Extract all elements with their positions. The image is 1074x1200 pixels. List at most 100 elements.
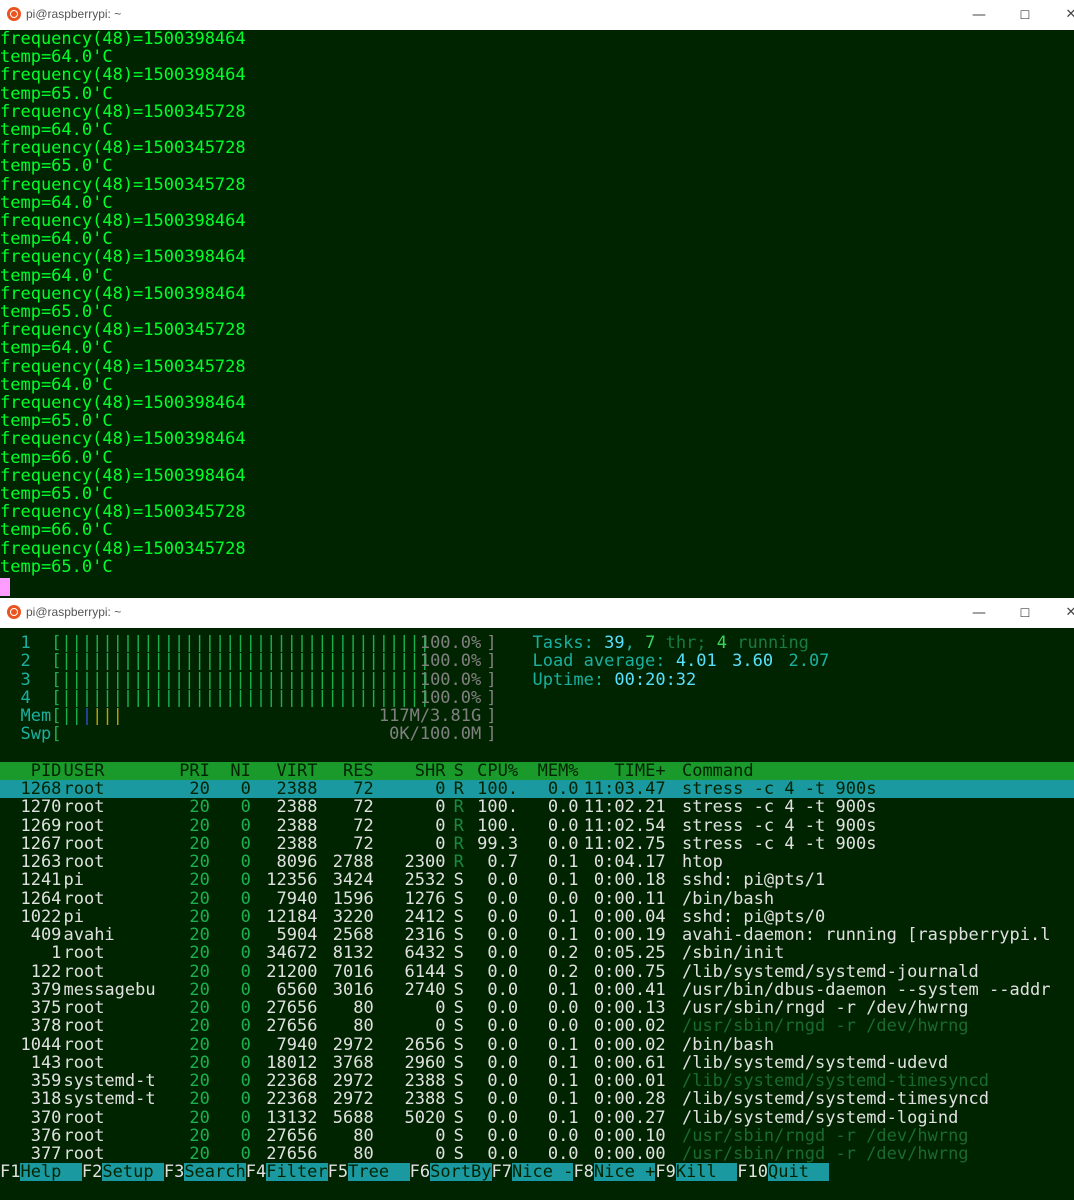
process-cpu[interactable]: 0.0 [467, 1017, 518, 1035]
fkey-f1[interactable]: F1 [0, 1163, 20, 1181]
process-ni[interactable]: 0 [220, 926, 251, 944]
title-bar[interactable]: pi@raspberrypi: ~ — ☐ ✕ [0, 598, 1074, 628]
fkey-label-f1[interactable]: Help [20, 1163, 82, 1182]
process-ni[interactable]: 0 [220, 1145, 251, 1163]
process-s[interactable]: S [454, 890, 464, 908]
process-res[interactable]: 72 [323, 780, 373, 798]
process-s[interactable]: S [454, 1054, 464, 1072]
fkey-f9[interactable]: F9 [655, 1163, 675, 1181]
process-cpu[interactable]: 0.0 [467, 963, 518, 981]
process-pid[interactable]: 1044 [20, 1036, 61, 1054]
process-res[interactable]: 1596 [323, 890, 374, 908]
process-ni[interactable]: 0 [220, 1090, 251, 1108]
process-user[interactable]: root [63, 1145, 155, 1163]
fkey-label-f6[interactable]: SortBy [430, 1163, 492, 1182]
process-pid[interactable]: 379 [20, 981, 62, 999]
process-virt[interactable]: 34672 [256, 944, 317, 962]
process-s[interactable]: S [454, 871, 464, 889]
process-pid[interactable]: 376 [20, 1127, 62, 1145]
process-pid[interactable]: 1241 [20, 871, 61, 889]
process-mem[interactable]: 0.1 [527, 981, 579, 999]
process-time[interactable]: 0:00.11 [584, 890, 666, 908]
close-icon[interactable]: ✕ [1048, 0, 1074, 30]
process-virt[interactable]: 22368 [256, 1090, 317, 1108]
process-user[interactable]: messagebu [63, 981, 155, 999]
process-time[interactable]: 0:00.61 [584, 1054, 666, 1072]
process-pid[interactable]: 1 [20, 944, 61, 962]
process-user[interactable]: systemd-t [63, 1072, 155, 1090]
process-s[interactable]: S [454, 1127, 464, 1145]
process-time[interactable]: 0:00.04 [584, 908, 666, 926]
process-mem[interactable]: 0.0 [527, 780, 579, 798]
process-mem[interactable]: 0.1 [527, 926, 579, 944]
process-ni[interactable]: 0 [220, 944, 251, 962]
process-virt[interactable]: 18012 [256, 1054, 317, 1072]
process-res[interactable]: 2972 [323, 1090, 374, 1108]
process-virt[interactable]: 2388 [256, 798, 317, 816]
process-ni[interactable]: 0 [220, 999, 251, 1017]
process-ni[interactable]: 0 [220, 1036, 251, 1054]
process-user[interactable]: systemd-t [63, 1090, 155, 1108]
process-s[interactable]: S [454, 926, 464, 944]
process-ni[interactable]: 0 [220, 817, 251, 835]
process-shr[interactable]: 0 [384, 798, 445, 816]
process-user[interactable]: root [63, 999, 155, 1017]
process-user[interactable]: root [63, 944, 155, 962]
process-pid[interactable]: 122 [20, 963, 62, 981]
process-s[interactable]: S [454, 908, 464, 926]
process-time[interactable]: 0:00.19 [584, 926, 666, 944]
process-time[interactable]: 0:00.13 [584, 999, 666, 1017]
process-command[interactable]: /usr/sbin/rngd -r /dev/hwrng [682, 1127, 1071, 1145]
process-ni[interactable]: 0 [220, 798, 251, 816]
process-user[interactable]: root [63, 963, 155, 981]
process-s[interactable]: R [454, 853, 464, 871]
process-virt[interactable]: 22368 [256, 1072, 317, 1090]
process-mem[interactable]: 0.1 [527, 1036, 579, 1054]
process-virt[interactable]: 7940 [256, 890, 317, 908]
process-mem[interactable]: 0.0 [527, 1145, 579, 1163]
process-command[interactable]: /sbin/init [682, 944, 1071, 962]
process-ni[interactable]: 0 [220, 890, 251, 908]
process-shr[interactable]: 0 [384, 835, 445, 853]
process-shr[interactable]: 2388 [384, 1090, 445, 1108]
process-cpu[interactable]: 0.0 [467, 1036, 518, 1054]
process-ni[interactable]: 0 [220, 1017, 251, 1035]
process-ni[interactable]: 0 [220, 835, 251, 853]
process-cpu[interactable]: 0.0 [467, 1090, 518, 1108]
process-user[interactable]: root [63, 817, 155, 835]
process-s[interactable]: S [454, 999, 464, 1017]
process-command[interactable]: /lib/systemd/systemd-timesyncd [682, 1072, 1071, 1090]
process-pri[interactable]: 20 [169, 908, 209, 926]
process-user[interactable]: root [63, 853, 155, 871]
process-s[interactable]: R [454, 798, 464, 816]
process-pri[interactable]: 20 [169, 853, 209, 871]
process-mem[interactable]: 0.1 [527, 853, 579, 871]
process-res[interactable]: 80 [323, 1127, 373, 1145]
process-s[interactable]: S [454, 981, 464, 999]
process-pid[interactable]: 143 [20, 1054, 62, 1072]
process-shr[interactable]: 0 [384, 1017, 445, 1035]
process-pri[interactable]: 20 [169, 1090, 209, 1108]
process-command[interactable]: stress -c 4 -t 900s [682, 817, 1071, 835]
process-command[interactable]: /lib/systemd/systemd-logind [682, 1109, 1071, 1127]
process-cpu[interactable]: 0.0 [467, 944, 518, 962]
process-mem[interactable]: 0.1 [527, 908, 579, 926]
process-res[interactable]: 3220 [323, 908, 374, 926]
process-pri[interactable]: 20 [169, 890, 209, 908]
process-pid[interactable]: 359 [20, 1072, 62, 1090]
process-pid[interactable]: 1268 [20, 780, 61, 798]
process-pri[interactable]: 20 [169, 871, 209, 889]
process-cpu[interactable]: 0.0 [467, 981, 518, 999]
process-user[interactable]: pi [63, 871, 155, 889]
process-user[interactable]: root [63, 1054, 155, 1072]
terminal-window-htop[interactable]: pi@raspberrypi: ~ — ☐ ✕ 1 [||||||||||||||… [0, 598, 1074, 1200]
process-res[interactable]: 2972 [323, 1072, 374, 1090]
process-cpu[interactable]: 0.0 [467, 890, 518, 908]
minimize-icon[interactable]: — [956, 598, 1002, 628]
process-user[interactable]: root [63, 1127, 155, 1145]
process-user[interactable]: root [63, 780, 155, 798]
fkey-f3[interactable]: F3 [164, 1163, 184, 1181]
process-shr[interactable]: 2412 [384, 908, 445, 926]
process-pri[interactable]: 20 [169, 1145, 209, 1163]
process-pid[interactable]: 1022 [20, 908, 61, 926]
